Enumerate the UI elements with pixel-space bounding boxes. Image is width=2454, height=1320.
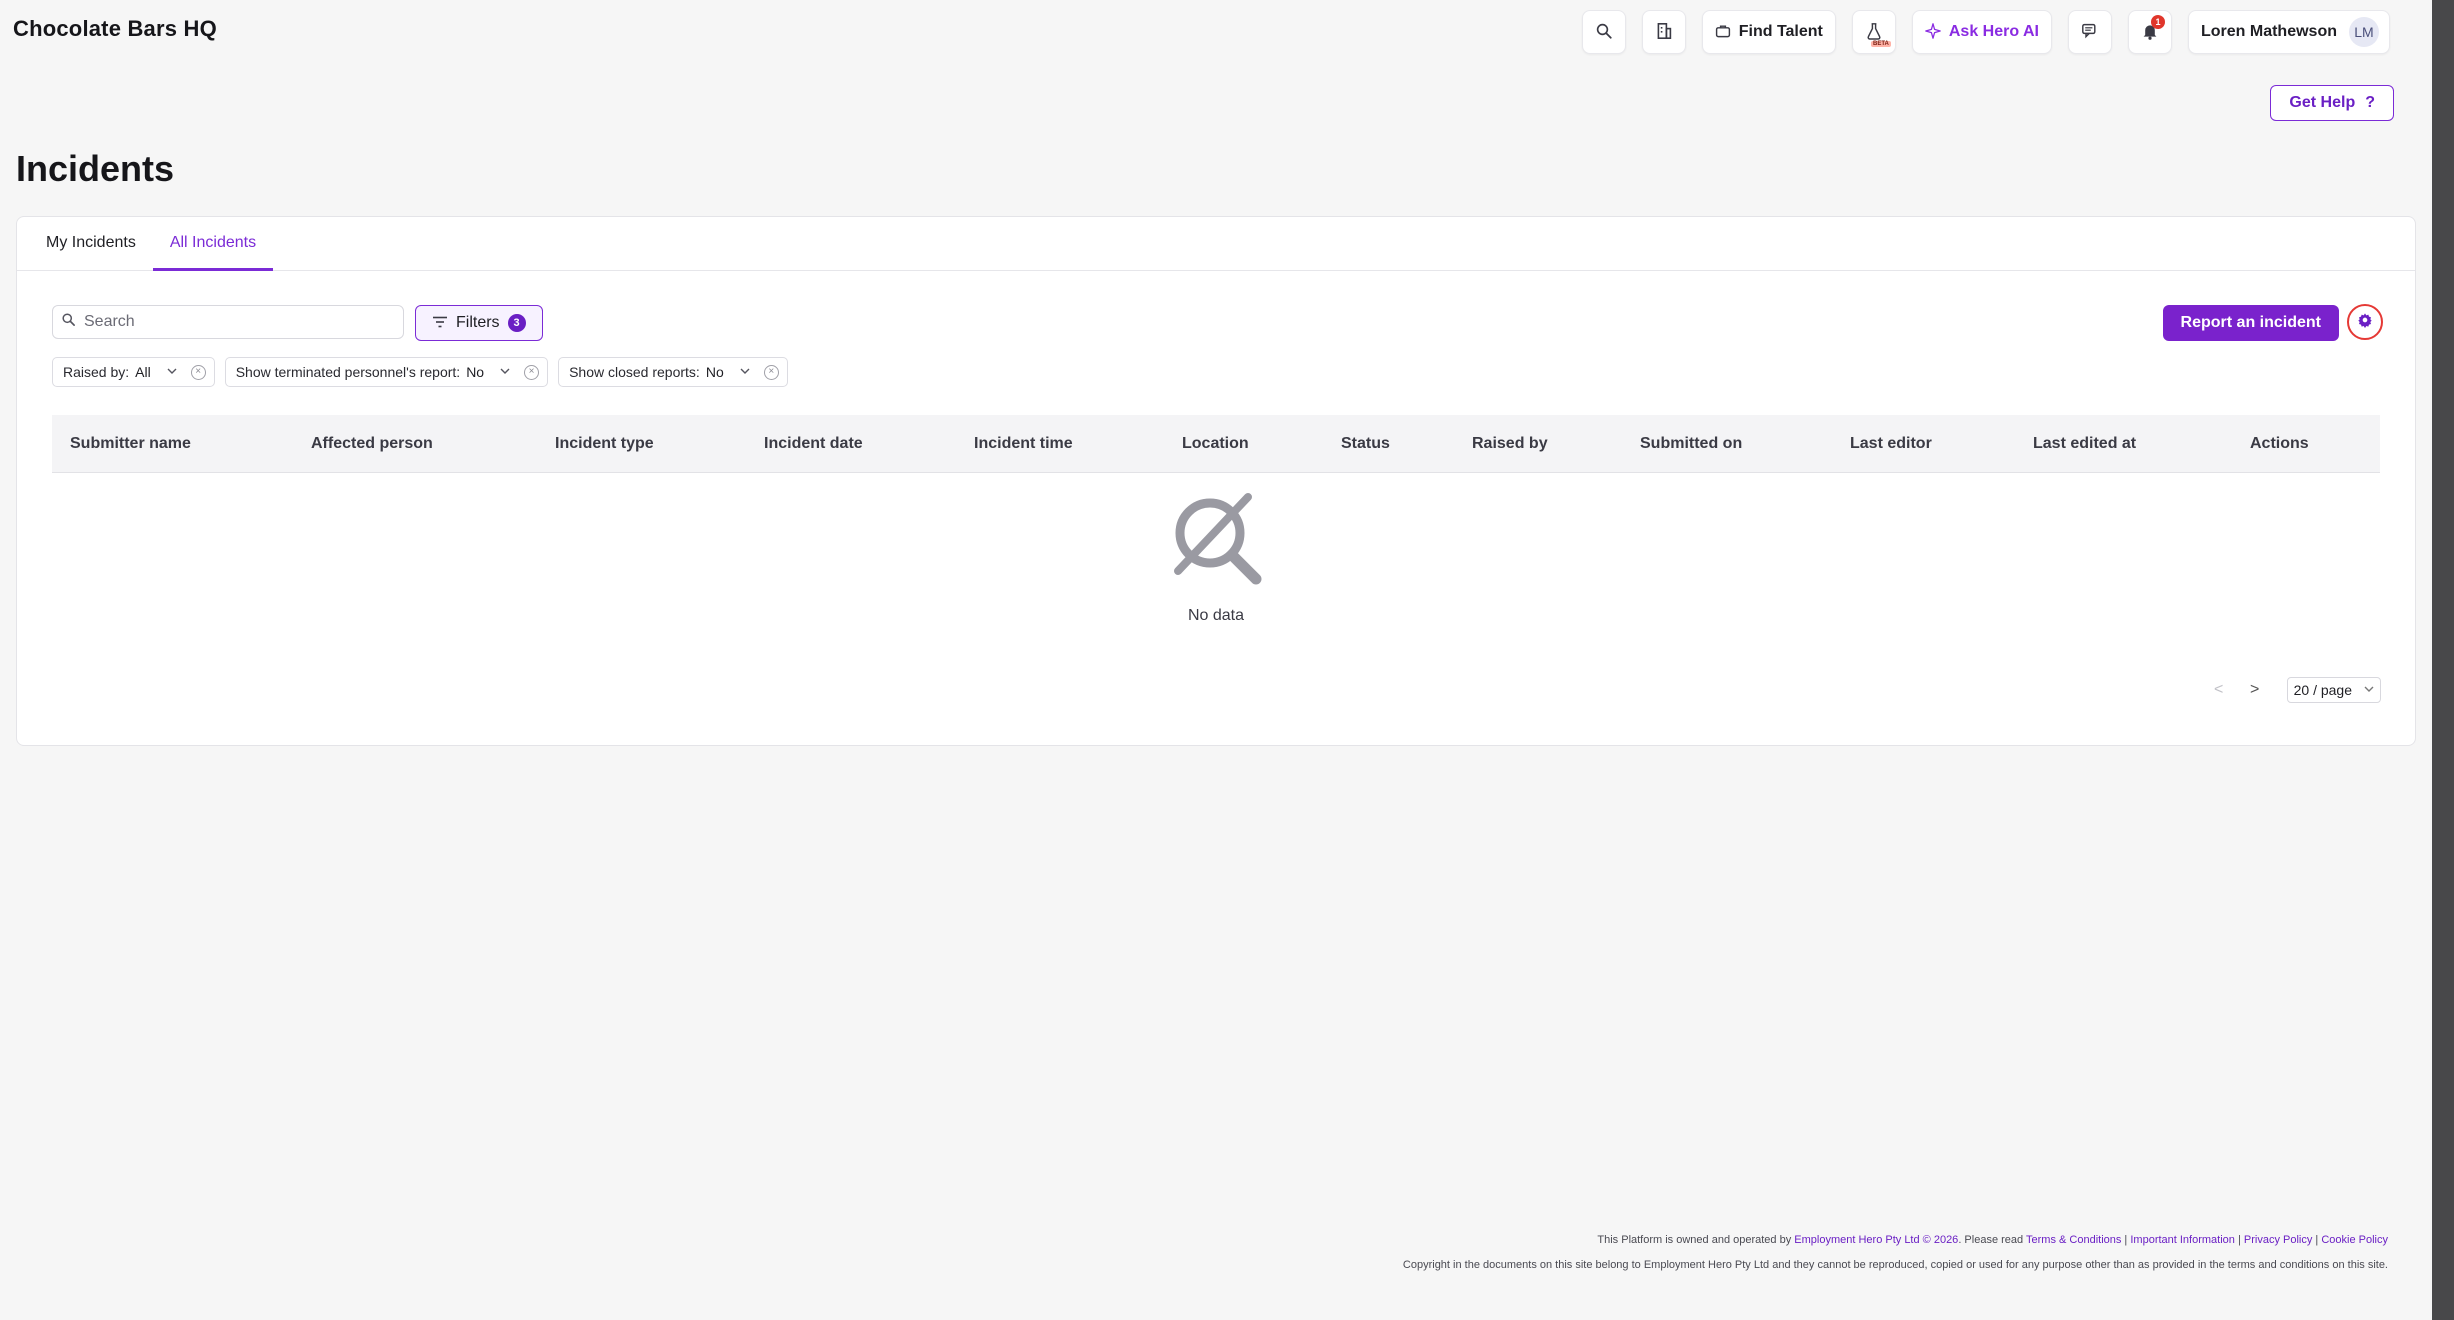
chip-raised-by[interactable]: Raised by: All ×	[52, 357, 215, 387]
get-help-label: Get Help	[2289, 94, 2356, 111]
settings-button[interactable]	[2347, 304, 2383, 340]
column-actions: Actions	[2250, 435, 2309, 452]
briefcase-icon	[1715, 23, 1731, 42]
avatar: LM	[2349, 17, 2379, 47]
filters-count-badge: 3	[507, 314, 526, 332]
chip-label: Show closed reports:	[569, 364, 700, 380]
column-submitter-name[interactable]: Submitter name	[70, 415, 191, 473]
search-icon	[1595, 22, 1613, 43]
messages-button[interactable]	[2067, 10, 2112, 54]
gear-icon	[2357, 312, 2373, 333]
filters-label: Filters	[456, 314, 500, 331]
brand-name: Chocolate Bars HQ	[13, 16, 217, 41]
app-viewport: Chocolate Bars HQ Find Talent BETA Ask H…	[0, 0, 2432, 1320]
flask-icon	[1866, 22, 1882, 43]
empty-state: No data	[52, 487, 2380, 657]
chevron-down-icon	[167, 366, 177, 378]
column-status[interactable]: Status	[1341, 415, 1390, 473]
column-raised-by[interactable]: Raised by	[1472, 415, 1548, 473]
get-help-button[interactable]: Get Help ?	[2270, 85, 2394, 121]
no-results-icon	[1174, 493, 1262, 585]
clear-icon[interactable]: ×	[763, 364, 779, 380]
search-box	[52, 305, 404, 339]
chip-value: No	[705, 364, 724, 380]
cookie-policy-link[interactable]: Cookie Policy	[2321, 1234, 2388, 1246]
beta-tag: BETA	[1870, 41, 1891, 47]
incidents-card: My Incidents All Incidents Filters 3 Rep…	[16, 216, 2416, 746]
tab-bar: My Incidents All Incidents	[17, 217, 2415, 271]
page-size-select[interactable]: 20 / page	[2286, 677, 2381, 703]
footer-ownership-line: This Platform is owned and operated by E…	[1597, 1234, 2388, 1246]
important-info-link[interactable]: Important Information	[2130, 1234, 2235, 1246]
table-header: Submitter name Affected person Incident …	[52, 415, 2380, 473]
chat-icon	[2081, 23, 2099, 42]
find-talent-button[interactable]: Find Talent	[1701, 10, 1836, 54]
clear-icon[interactable]: ×	[524, 364, 540, 380]
column-incident-type[interactable]: Incident type	[555, 415, 654, 473]
chip-closed-reports[interactable]: Show closed reports: No ×	[558, 357, 788, 387]
column-affected-person[interactable]: Affected person	[311, 415, 433, 473]
chip-label: Show terminated personnel's report:	[235, 364, 461, 380]
owner-link[interactable]: Employment Hero Pty Ltd © 2026	[1794, 1234, 1958, 1246]
column-incident-time[interactable]: Incident time	[974, 415, 1073, 473]
footer-text: This Platform is owned and operated by	[1597, 1234, 1792, 1246]
global-search-button[interactable]	[1581, 10, 1626, 54]
chevron-down-icon	[740, 366, 750, 378]
chip-value: All	[135, 364, 151, 380]
filter-icon	[432, 315, 448, 332]
footer-text: . Please read	[1958, 1234, 2024, 1246]
empty-state-text: No data	[1187, 607, 1245, 624]
privacy-policy-link[interactable]: Privacy Policy	[2244, 1234, 2312, 1246]
column-last-editor[interactable]: Last editor	[1850, 415, 1932, 473]
chip-terminated-personnel[interactable]: Show terminated personnel's report: No ×	[224, 357, 549, 387]
ask-hero-ai-label: Ask Hero AI	[1948, 23, 2039, 40]
terms-link[interactable]: Terms & Conditions	[2026, 1234, 2121, 1246]
active-filter-chips: Raised by: All × Show terminated personn…	[52, 357, 788, 387]
sparkle-icon	[1925, 22, 1941, 42]
next-page-button[interactable]: >	[2237, 681, 2273, 699]
chip-label: Raised by:	[63, 364, 130, 380]
clear-icon[interactable]: ×	[190, 364, 206, 380]
tab-my-incidents[interactable]: My Incidents	[29, 216, 153, 270]
chip-value: No	[466, 364, 485, 380]
page-size-value: 20 / page	[2293, 682, 2352, 698]
column-submitted-on[interactable]: Submitted on	[1640, 415, 1742, 473]
report-incident-button[interactable]: Report an incident	[2162, 305, 2339, 341]
chevron-down-icon	[2364, 685, 2374, 696]
building-icon	[1656, 22, 1672, 43]
window-edge	[2432, 0, 2454, 1320]
column-incident-date[interactable]: Incident date	[764, 415, 863, 473]
column-last-edited-at[interactable]: Last edited at	[2033, 415, 2136, 473]
notification-count-badge: 1	[2150, 15, 2165, 29]
filters-button[interactable]: Filters 3	[415, 305, 543, 341]
column-location[interactable]: Location	[1182, 415, 1249, 473]
footer: This Platform is owned and operated by E…	[1403, 1232, 2388, 1273]
notifications-button[interactable]: 1	[2127, 10, 2172, 54]
company-button[interactable]	[1641, 10, 1686, 54]
tab-all-incidents[interactable]: All Incidents	[152, 216, 274, 271]
ask-hero-ai-button[interactable]: Ask Hero AI	[1911, 10, 2052, 54]
beta-lab-button[interactable]: BETA	[1851, 10, 1896, 54]
question-icon: ?	[2365, 94, 2375, 111]
footer-copyright: Copyright in the documents on this site …	[1402, 1258, 2388, 1271]
top-navigation: Find Talent BETA Ask Hero AI 1 Loren Mat…	[1581, 10, 2390, 54]
chevron-down-icon	[500, 366, 510, 378]
toolbar: Filters 3 Report an incident	[52, 304, 2383, 341]
pagination: < > 20 / page	[2201, 677, 2381, 703]
user-name: Loren Mathewson	[2200, 23, 2337, 40]
page-title: Incidents	[16, 148, 175, 189]
search-icon	[61, 312, 76, 332]
user-menu-button[interactable]: Loren Mathewson LM	[2187, 10, 2390, 54]
search-input[interactable]	[84, 313, 384, 331]
find-talent-label: Find Talent	[1738, 23, 1823, 40]
prev-page-button[interactable]: <	[2201, 681, 2237, 699]
